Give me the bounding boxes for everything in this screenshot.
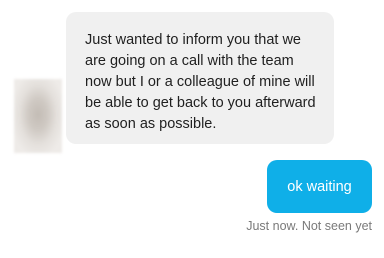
agent-avatar [14, 79, 62, 153]
incoming-message-text: Just wanted to inform you that we are go… [85, 32, 316, 132]
outgoing-message-text: ok waiting [287, 178, 352, 195]
incoming-message-bubble: Just wanted to inform you that we are go… [66, 12, 334, 144]
message-status: Just now. Not seen yet [246, 219, 372, 233]
outgoing-message-bubble: ok waiting [267, 160, 372, 213]
